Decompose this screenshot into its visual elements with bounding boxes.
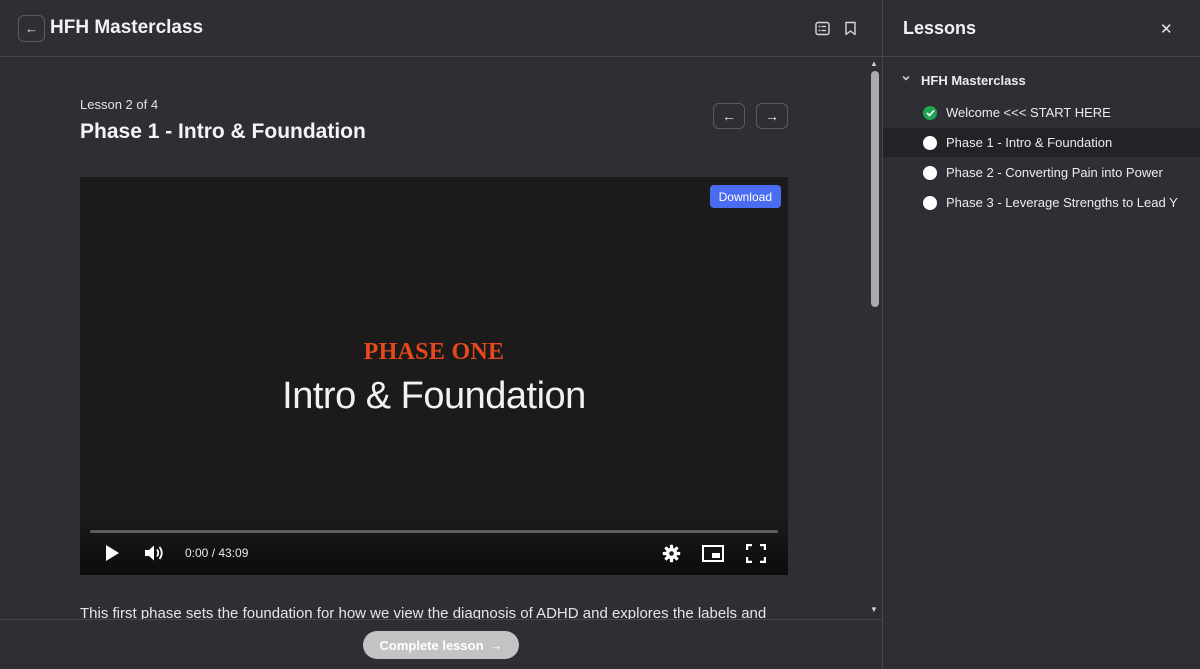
arrow-right-icon: → <box>489 637 503 653</box>
bookmark-icon[interactable] <box>842 20 858 36</box>
close-icon[interactable]: ✕ <box>1160 20 1173 38</box>
section-title: HFH Masterclass <box>921 73 1026 88</box>
scroll-up-icon[interactable]: ▲ <box>870 59 878 68</box>
picture-in-picture-icon[interactable] <box>701 543 725 563</box>
play-icon[interactable] <box>102 543 122 563</box>
back-button[interactable]: ← <box>18 15 45 42</box>
sidebar-item-phase-1[interactable]: Phase 1 - Intro & Foundation <box>883 128 1200 157</box>
lesson-footer: Complete lesson → <box>0 619 882 669</box>
incomplete-circle-icon <box>923 196 937 210</box>
complete-lesson-button[interactable]: Complete lesson → <box>363 631 519 659</box>
lesson-counter: Lesson 2 of 4 <box>80 97 159 112</box>
sidebar-item-phase-3[interactable]: Phase 3 - Leverage Strengths to Lead Y <box>883 188 1200 217</box>
sidebar-item-welcome[interactable]: Welcome <<< START HERE <box>883 98 1200 127</box>
incomplete-circle-icon <box>923 166 937 180</box>
sidebar-item-label: Phase 1 - Intro & Foundation <box>946 135 1113 150</box>
scroll-down-icon[interactable]: ▼ <box>870 605 878 614</box>
content-scrollbar[interactable]: ▲ ▼ <box>868 57 882 619</box>
section-toggle[interactable]: HFH Masterclass <box>883 70 1200 92</box>
sidebar-item-phase-2[interactable]: Phase 2 - Converting Pain into Power <box>883 158 1200 187</box>
fullscreen-icon[interactable] <box>745 543 767 563</box>
chevron-down-icon <box>901 73 911 86</box>
sidebar-title: Lessons <box>903 18 977 38</box>
scrollbar-thumb[interactable] <box>871 71 879 307</box>
sidebar-item-label: Welcome <<< START HERE <box>946 105 1111 120</box>
arrow-right-icon: → <box>765 108 779 124</box>
complete-lesson-label: Complete lesson <box>379 637 484 653</box>
video-phase-subtitle: Intro & Foundation <box>282 375 586 417</box>
list-icon[interactable] <box>814 20 830 36</box>
sidebar-item-label: Phase 2 - Converting Pain into Power <box>946 165 1163 180</box>
top-bar: ← HFH Masterclass <box>0 0 882 57</box>
check-circle-icon <box>923 106 937 120</box>
previous-lesson-button[interactable]: ← <box>713 103 745 129</box>
sidebar-header: Lessons ✕ <box>883 0 1200 57</box>
next-lesson-button[interactable]: → <box>756 103 788 129</box>
course-title: HFH Masterclass <box>50 17 204 38</box>
settings-gear-icon[interactable] <box>660 543 682 563</box>
video-phase-label: PHASE ONE <box>363 339 505 365</box>
video-time: 0:00 / 43:09 <box>185 546 249 560</box>
arrow-left-icon: ← <box>25 21 38 36</box>
video-progress-bar[interactable] <box>90 530 778 533</box>
lesson-description: This first phase sets the foundation for… <box>80 605 767 619</box>
lesson-title: Phase 1 - Intro & Foundation <box>80 120 366 143</box>
download-button[interactable]: Download <box>709 185 781 208</box>
lessons-sidebar: Lessons ✕ HFH Masterclass Welcome <<< ST… <box>883 0 1200 669</box>
sidebar-item-label: Phase 3 - Leverage Strengths to Lead Y <box>946 195 1178 210</box>
video-player[interactable]: Download PHASE ONE Intro & Foundation 0:… <box>80 177 788 575</box>
arrow-left-icon: ← <box>722 108 736 124</box>
lesson-content: Lesson 2 of 4 Phase 1 - Intro & Foundati… <box>0 57 868 619</box>
incomplete-circle-icon <box>923 136 937 150</box>
volume-icon[interactable] <box>143 543 167 563</box>
